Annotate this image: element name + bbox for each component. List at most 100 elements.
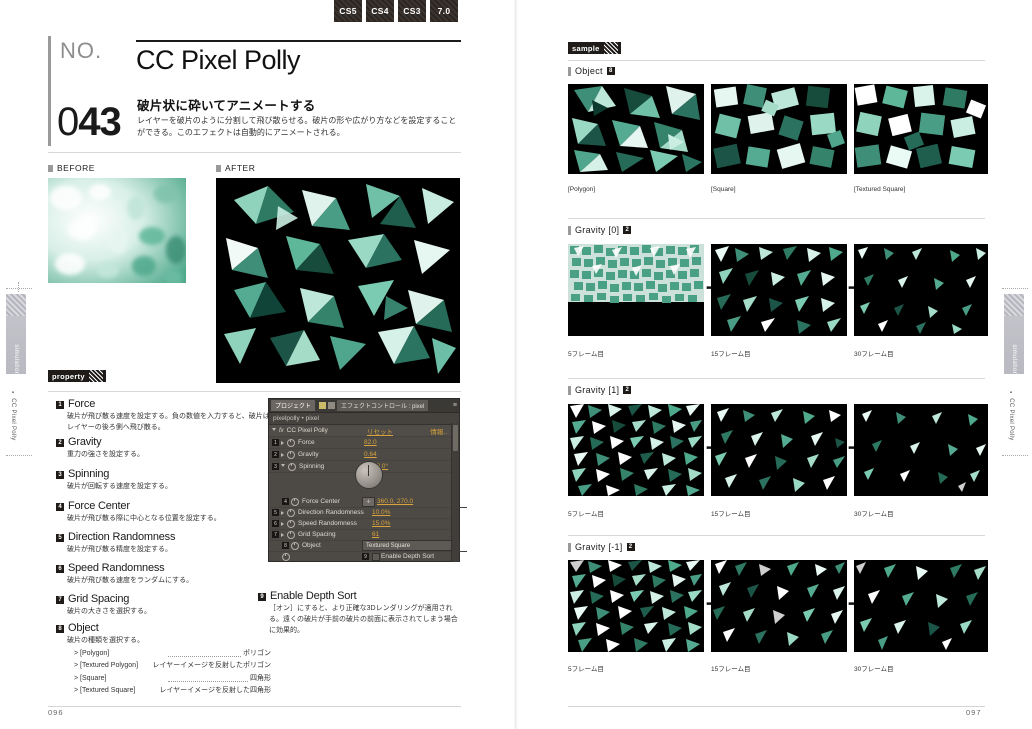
param-value[interactable]: 360.0, 270.0 — [377, 498, 413, 505]
caption-gravity0-frame15: 15フレーム目 — [711, 351, 751, 358]
panel-scrollbar[interactable] — [451, 423, 459, 562]
stopwatch-icon[interactable] — [282, 552, 290, 561]
shard-render — [568, 404, 704, 496]
right-dot-rule — [1002, 288, 1028, 289]
yellow-square-icon[interactable] — [319, 402, 327, 409]
stopwatch-icon[interactable] — [288, 462, 296, 471]
param-value[interactable]: 0.64 — [364, 451, 377, 458]
param-name: Force — [298, 439, 315, 446]
stopwatch-icon[interactable] — [287, 508, 295, 517]
sample-image-gravity0-frame30 — [854, 244, 988, 336]
side-sub-bullet: ▪ — [10, 390, 16, 397]
caption-gravity-minus1-frame30: 30フレーム目 — [854, 666, 894, 673]
property-desc: 破片の大きさを選択する。 — [67, 608, 151, 615]
param-value[interactable]: 10.0% — [372, 509, 390, 516]
param-row-depth-sort[interactable]: 9 Enable Depth Sort — [269, 551, 467, 562]
param-row-gravity[interactable]: 2 Gravity 0.64 — [269, 449, 459, 461]
sample-image-gravity1-frame15 — [711, 404, 847, 496]
property-number: 8 — [56, 625, 64, 633]
divider-top — [48, 152, 461, 153]
before-label-group: BEFORE — [48, 163, 95, 173]
stopwatch-icon[interactable] — [287, 519, 295, 528]
footer-rule-right — [568, 706, 985, 707]
chevron-right-icon[interactable] — [281, 532, 284, 537]
property-head: 6 Speed Randomness — [56, 562, 271, 574]
property-number: 6 — [56, 565, 64, 573]
tab-effect-controls[interactable]: エフェクトコントロール : pixel — [337, 400, 429, 411]
property-desc: 破片が飛び散る速度を設定する。負の数値を入力すると、破片はレイヤーの後ろ側へ飛び… — [67, 413, 270, 432]
chevron-right-icon[interactable] — [281, 440, 284, 445]
comp-breadcrumb: pixelpolly • pixel — [269, 413, 459, 425]
page-number-left: 096 — [48, 708, 64, 717]
side-tab-label: simulation — [1011, 344, 1017, 376]
shard-render — [568, 244, 704, 336]
property-head: 5 Direction Randomness — [56, 531, 271, 543]
after-effects-panel[interactable]: プロジェクト エフェクトコントロール : pixel ≡ pixelpolly … — [268, 398, 467, 562]
object-option-value: 四角形 — [250, 674, 271, 682]
param-number: 8 — [282, 542, 289, 549]
effect-header-row[interactable]: fx CC Pixel Polly リセット 情報.. — [269, 425, 459, 437]
sample-image-object-textured-square — [854, 84, 988, 174]
scrollbar-thumb[interactable] — [453, 425, 458, 451]
stopwatch-icon[interactable] — [287, 530, 295, 539]
section-marker-icon — [568, 225, 571, 235]
property-head: 3 Spinning — [56, 468, 271, 480]
chevron-right-icon[interactable] — [281, 452, 284, 457]
object-dropdown[interactable]: Textured Square ▾ — [362, 540, 460, 551]
caption-gravity-minus1-frame15: 15フレーム目 — [711, 666, 751, 673]
property-number: 4 — [56, 503, 64, 511]
property-desc: 破片が飛び散る際に中心となる位置を設定する。 — [67, 515, 221, 522]
side-sub-text: CC Pixel Polly — [1008, 398, 1014, 441]
about-button[interactable]: 情報.. — [430, 426, 447, 436]
angle-dial-control[interactable] — [355, 461, 383, 489]
section-title: Gravity [-1] — [575, 542, 623, 552]
side-tab-label: simulation — [13, 344, 19, 376]
property-name: Object — [68, 622, 99, 634]
leader-dots — [168, 673, 248, 682]
before-label: BEFORE — [57, 163, 95, 173]
param-value[interactable]: 15.0% — [372, 520, 390, 527]
param-row-force[interactable]: 1 Force 82.0 — [269, 437, 459, 449]
version-chip-bar: CS5 CS4 CS3 7.0 — [334, 0, 458, 22]
chevron-down-icon[interactable] — [281, 464, 285, 469]
lock-icon[interactable] — [328, 402, 336, 409]
tab-project[interactable]: プロジェクト — [271, 400, 316, 411]
property-band: property — [48, 370, 106, 382]
side-tab-simulation-right[interactable]: simulation — [1004, 294, 1024, 376]
panel-menu-icon[interactable]: ≡ — [453, 402, 457, 409]
property-item-force: 1 Force 破片が飛び散る速度を設定する。負の数値を入力すると、破片はレイヤ… — [56, 398, 271, 433]
section-number: 2 — [623, 386, 632, 394]
chevron-right-icon[interactable] — [281, 521, 284, 526]
page-subtitle: 破片状に砕いてアニメートする — [137, 99, 316, 113]
object-option-list: > [Polygon] ポリゴン > [Textured Polygon] レイ… — [74, 648, 271, 697]
object-option-value: レイヤーイメージを反射したポリゴン — [152, 662, 271, 670]
chevron-right-icon[interactable] — [281, 510, 284, 515]
position-picker-icon[interactable]: ✛ — [362, 496, 375, 507]
after-marker-icon — [216, 164, 221, 172]
side-tab-simulation-left[interactable]: simulation — [6, 294, 26, 376]
property-item-object: 8 Object 破片の種類を選択する。 > [Polygon] ポリゴン > … — [56, 622, 271, 697]
sample-image-gravity-minus1-frame30 — [854, 560, 988, 652]
stopwatch-icon[interactable] — [287, 450, 295, 459]
before-marker-icon — [48, 164, 53, 172]
sample-image-gravity1-frame5 — [568, 404, 704, 496]
param-value[interactable]: 82.0 — [364, 439, 377, 446]
caption-gravity0-frame30: 30フレーム目 — [854, 351, 894, 358]
stopwatch-icon[interactable] — [291, 497, 299, 506]
param-value[interactable]: 61 — [372, 531, 379, 538]
stopwatch-icon[interactable] — [287, 438, 295, 447]
stopwatch-icon[interactable] — [291, 541, 299, 550]
property-desc: 破片が飛び散る精度を設定する。 — [67, 546, 172, 553]
property-head: 9 Enable Depth Sort — [258, 590, 463, 602]
shard-render — [711, 560, 847, 652]
side-tab-hatch-icon — [6, 294, 26, 316]
side-sub-text: CC Pixel Polly — [10, 398, 16, 441]
reset-button[interactable]: リセット — [367, 426, 393, 436]
page-entry-number: 043 — [57, 100, 122, 145]
chevron-down-icon[interactable] — [272, 428, 276, 433]
property-name: Speed Randomness — [68, 562, 165, 574]
object-option-key: > [Textured Square] — [74, 686, 136, 694]
object-option-row: > [Textured Square] レイヤーイメージを反射した四角形 — [74, 685, 271, 697]
property-desc: 破片の種類を選択する。 — [67, 637, 144, 644]
depth-sort-checkbox[interactable] — [372, 552, 380, 561]
